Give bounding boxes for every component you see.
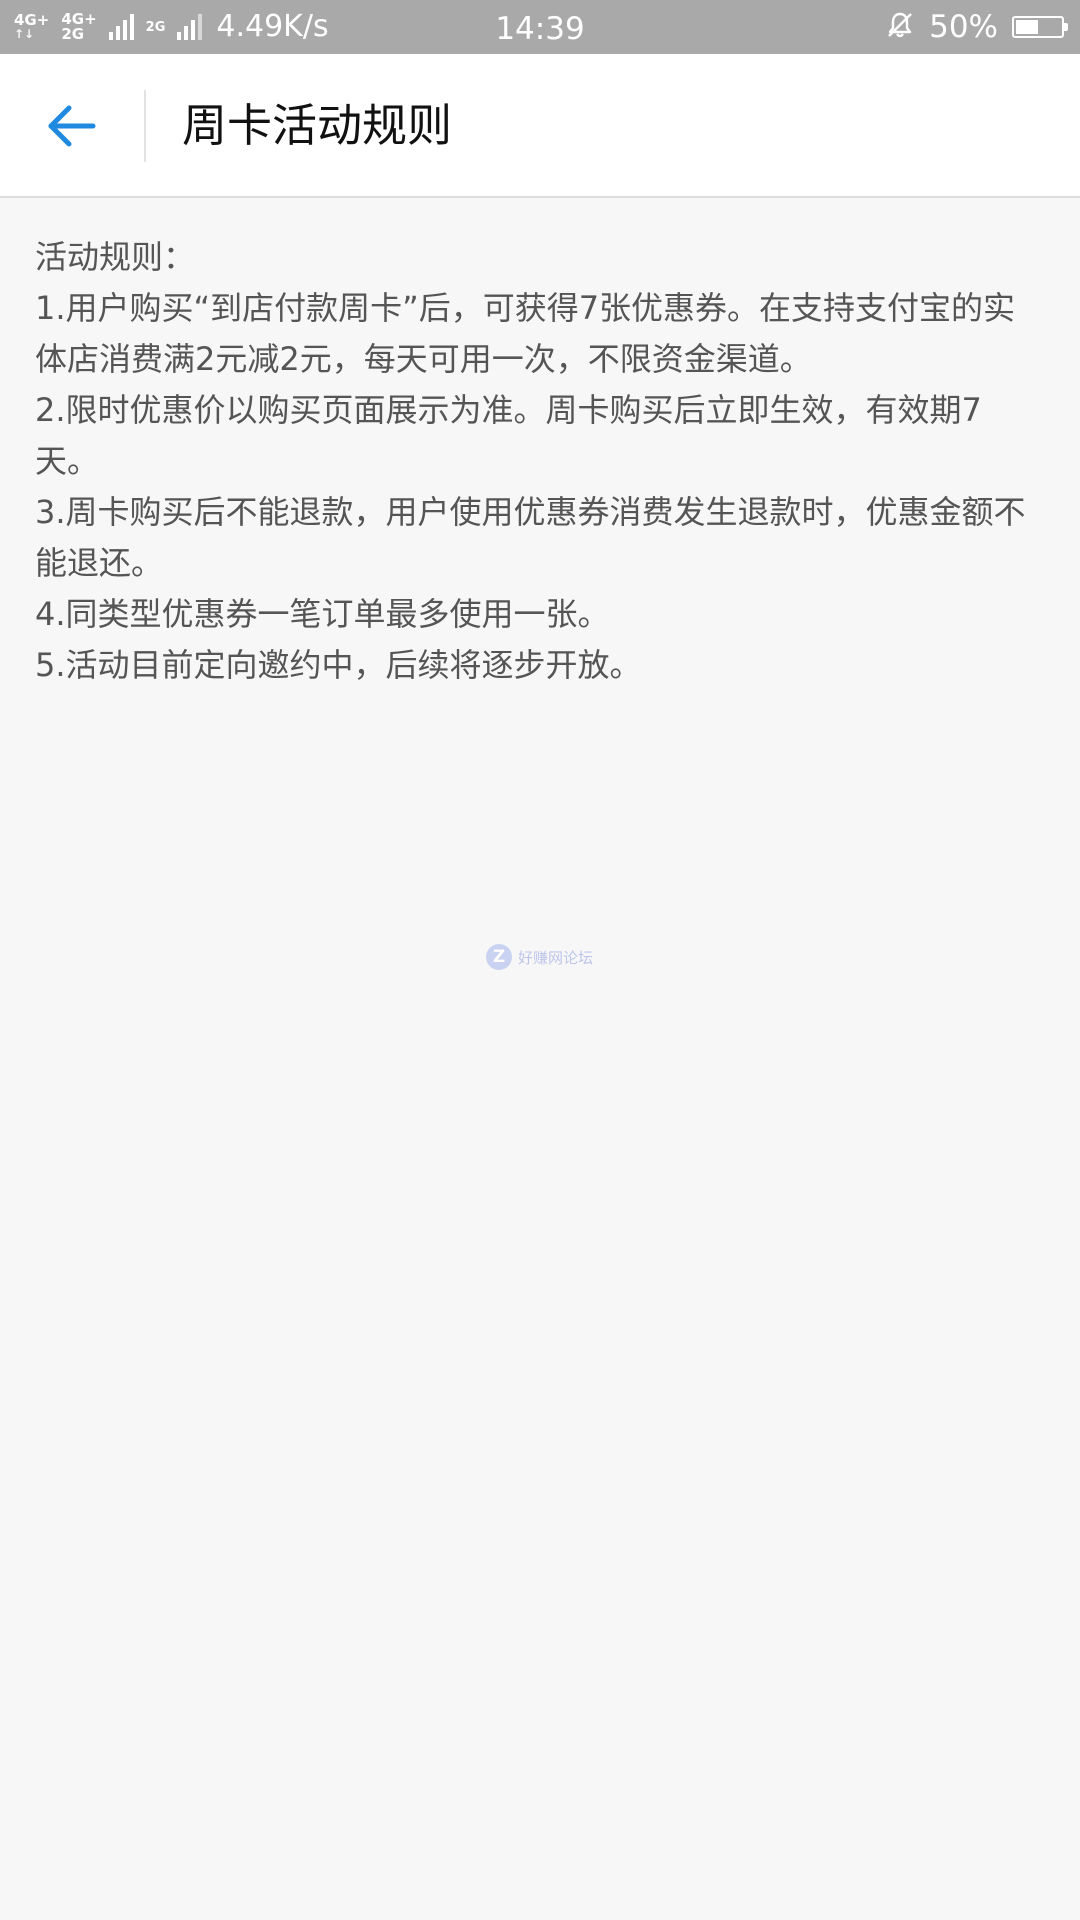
battery-percent: 50%	[929, 9, 998, 45]
rule-item: 3.周卡购买后不能退款，用户使用优惠券消费发生退款时，优惠金额不能退还。	[35, 493, 1026, 582]
bell-muted-icon	[885, 10, 915, 44]
app-bar-divider	[144, 90, 146, 162]
rule-item: 4.同类型优惠券一笔订单最多使用一张。	[35, 595, 610, 633]
watermark-logo-icon: Z	[486, 944, 512, 970]
back-button[interactable]	[30, 86, 114, 166]
status-bar: 4G+ ↑↓ 4G+ 2G 2G 4.49K/s 14:39 50%	[0, 0, 1080, 54]
battery-icon	[1012, 16, 1068, 38]
rules-heading: 活动规则：	[35, 238, 196, 276]
rule-item: 1.用户购买“到店付款周卡”后，可获得7张优惠券。在支持支付宝的实体店消费满2元…	[35, 289, 1016, 378]
watermark-text: 好赚网论坛	[518, 948, 594, 967]
rule-item: 2.限时优惠价以购买页面展示为准。周卡购买后立即生效，有效期7天。	[35, 391, 982, 480]
app-bar: 周卡活动规则	[0, 54, 1080, 198]
watermark: Z 好赚网论坛	[486, 944, 593, 970]
battery-level	[1016, 20, 1038, 34]
arrow-left-icon	[48, 105, 96, 147]
status-bar-right: 50%	[885, 0, 1068, 54]
rules-content: 活动规则： 1.用户购买“到店付款周卡”后，可获得7张优惠券。在支持支付宝的实体…	[35, 232, 1045, 691]
rule-item: 5.活动目前定向邀约中，后续将逐步开放。	[35, 646, 642, 684]
page-title: 周卡活动规则	[182, 99, 453, 152]
